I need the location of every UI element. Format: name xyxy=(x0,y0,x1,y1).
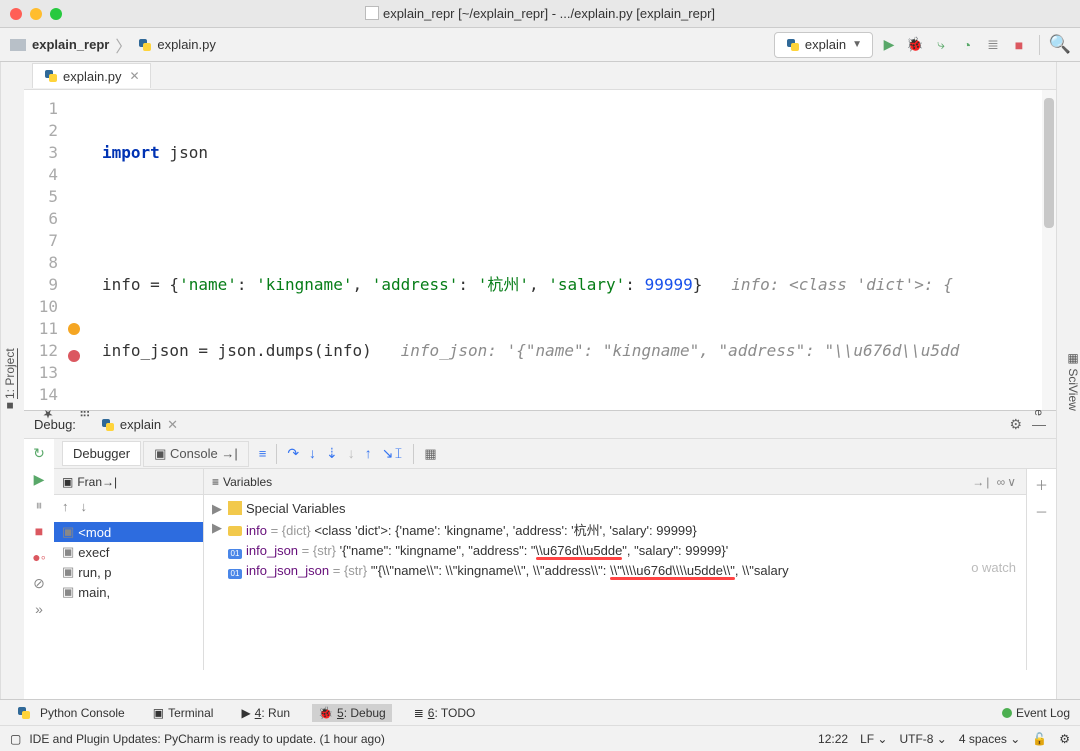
add-watch-icon[interactable]: ＋ xyxy=(1035,475,1048,494)
frame-item[interactable]: ▣main, xyxy=(54,582,203,602)
breadcrumb-project[interactable]: explain_repr xyxy=(10,37,109,52)
breakpoints-icon[interactable]: ●◦ xyxy=(29,547,49,567)
profile-button[interactable]: ◔ xyxy=(957,35,977,55)
resume-icon[interactable]: ▶ xyxy=(29,469,49,489)
chevron-down-icon: ▼ xyxy=(852,39,862,50)
breadcrumb-file[interactable]: explain.py xyxy=(137,37,216,53)
window-titlebar: explain_repr [~/explain_repr] - .../expl… xyxy=(0,0,1080,28)
rerun-icon[interactable]: ↻ xyxy=(29,443,49,463)
mute-bp-icon[interactable]: ⊘ xyxy=(29,573,49,593)
run-button[interactable]: ▶ xyxy=(879,35,899,55)
frame-item[interactable]: ▣execf xyxy=(54,542,203,562)
python-file-icon xyxy=(785,37,801,53)
left-tool-strip: ■ 1: Project ★ 2: Favorites ⠿ 7: Structu… xyxy=(0,62,24,699)
status-icon[interactable]: ▢ xyxy=(10,732,21,746)
debug-session-tab[interactable]: explain✕ xyxy=(92,415,186,435)
var-row-info-json-json[interactable]: 01info_json_json = {str} '"{\\"name\\": … xyxy=(204,561,1026,581)
event-indicator-icon xyxy=(1002,708,1012,718)
code-content[interactable]: import json info = {'name': 'kingname', … xyxy=(84,90,1056,410)
editor-tab-bar: explain.py ✕ xyxy=(24,62,1056,90)
run-to-cursor-icon[interactable]: ↘𝙸 xyxy=(382,445,404,462)
debug-left-toolbar: ↻ ▶ ⏸ ■ ●◦ ⊘ » xyxy=(24,439,54,670)
evaluate-icon[interactable]: ▦ xyxy=(424,446,436,462)
sidebar-sciview-button[interactable]: ▦ SciView xyxy=(1066,351,1080,411)
var-row-info[interactable]: ▶info = {dict} <class 'dict'>: {'name': … xyxy=(204,518,1026,541)
variables-panel: ≡Variables→| ∞∨ ▶Special Variables ▶info… xyxy=(204,469,1026,670)
python-file-icon xyxy=(137,37,153,53)
execution-point-icon xyxy=(68,323,80,335)
debug-panel: Debug: explain✕ ⚙ — ↻ ▶ ⏸ ■ ●◦ ⊘ » xyxy=(24,410,1056,670)
python-file-icon xyxy=(100,417,116,433)
readonly-lock-icon[interactable]: 🔓 xyxy=(1032,732,1047,746)
ide-settings-icon[interactable]: ⚙ xyxy=(1059,732,1070,746)
line-ending-selector[interactable]: LF ⌄ xyxy=(860,732,887,746)
window-title: explain_repr [~/explain_repr] - .../expl… xyxy=(0,6,1080,21)
python-file-icon xyxy=(16,705,32,721)
editor[interactable]: 1234567891011121314 import json info = {… xyxy=(24,90,1056,410)
debug-minimize-icon[interactable]: — xyxy=(1032,416,1046,433)
force-step-into-icon[interactable]: ⇣ xyxy=(326,445,338,462)
debugger-tab[interactable]: Debugger xyxy=(62,441,141,466)
python-file-icon xyxy=(43,68,59,84)
stop-debug-icon[interactable]: ■ xyxy=(29,521,49,541)
highlighted-escape: \\u676d\\u5dde xyxy=(536,543,623,558)
status-bar: ▢ IDE and Plugin Updates: PyCharm is rea… xyxy=(0,725,1080,751)
python-console-button[interactable]: Python Console xyxy=(10,703,131,723)
console-tab[interactable]: ▣ Console →| xyxy=(143,441,249,467)
indent-selector[interactable]: 4 spaces ⌄ xyxy=(959,732,1020,746)
editor-tab-explain[interactable]: explain.py ✕ xyxy=(32,63,151,88)
layout-icon[interactable]: ≡ xyxy=(259,446,267,461)
special-vars-row[interactable]: ▶Special Variables xyxy=(204,499,1026,518)
more-icon[interactable]: » xyxy=(29,599,49,619)
step-out-icon[interactable]: ↑ xyxy=(365,445,372,462)
step-over-icon[interactable]: ↷ xyxy=(287,445,299,462)
editor-column: explain.py ✕ 1234567891011121314 import … xyxy=(24,62,1056,699)
line-gutter: 1234567891011121314 xyxy=(24,90,64,410)
frame-item[interactable]: ▣run, p xyxy=(54,562,203,582)
breadcrumb-sep-icon: 〉 xyxy=(115,33,131,57)
pause-icon[interactable]: ⏸ xyxy=(29,495,49,515)
cursor-position[interactable]: 12:22 xyxy=(818,732,848,746)
encoding-selector[interactable]: UTF-8 ⌄ xyxy=(899,732,946,746)
coverage-button[interactable]: ⤷ xyxy=(931,35,951,55)
event-log-button[interactable]: Event Log xyxy=(1016,706,1070,720)
breakpoint-gutter[interactable] xyxy=(64,90,84,410)
stop-button[interactable]: ■ xyxy=(1009,35,1029,55)
status-message[interactable]: IDE and Plugin Updates: PyCharm is ready… xyxy=(29,732,385,746)
attach-button[interactable]: ≣ xyxy=(983,35,1003,55)
watch-hint-text: o watch xyxy=(971,560,1016,575)
step-into-icon[interactable]: ↓ xyxy=(309,445,316,462)
bottom-tool-bar: Python Console ▣Terminal ▶4: Run 🐞5: Deb… xyxy=(0,699,1080,725)
breadcrumb-bar: explain_repr 〉 explain.py explain▼ ▶ 🐞 ⤷… xyxy=(0,28,1080,62)
remove-watch-icon[interactable]: － xyxy=(1035,502,1048,521)
sidebar-project-button[interactable]: ■ 1: Project xyxy=(1,344,19,417)
todo-tool-button[interactable]: ≣6: TODO xyxy=(408,704,482,722)
frame-item[interactable]: ▣<mod xyxy=(54,522,203,542)
close-tab-icon[interactable]: ✕ xyxy=(130,69,140,83)
terminal-button[interactable]: ▣Terminal xyxy=(147,704,220,722)
highlighted-escape: \\"\\\\u676d\\\\u5dde\\" xyxy=(610,563,735,578)
frame-nav[interactable]: ↑↓ xyxy=(54,495,203,518)
close-icon[interactable]: ✕ xyxy=(167,417,178,433)
right-tool-strip: ▦ SciView 🛢 Database xyxy=(1056,62,1080,699)
run-tool-button[interactable]: ▶4: Run xyxy=(235,704,296,722)
debug-settings-icon[interactable]: ⚙ xyxy=(1009,416,1022,433)
main-area: ■ 1: Project ★ 2: Favorites ⠿ 7: Structu… xyxy=(0,62,1080,699)
debug-button[interactable]: 🐞 xyxy=(905,35,925,55)
search-everywhere-button[interactable]: 🔍 xyxy=(1050,35,1070,55)
vars-right-toolbar: ＋ － xyxy=(1026,469,1056,670)
var-row-info-json[interactable]: 01info_json = {str} '{"name": "kingname"… xyxy=(204,541,1026,561)
debug-tool-button[interactable]: 🐞5: Debug xyxy=(312,704,392,722)
run-config-selector[interactable]: explain▼ xyxy=(774,32,873,58)
folder-icon xyxy=(10,39,26,51)
frames-panel: ▣Fran →| ↑↓ ▣<mod ▣execf ▣run, p ▣main, xyxy=(54,469,204,670)
breakpoint-icon[interactable] xyxy=(68,350,80,362)
smart-step-icon[interactable]: ↓ xyxy=(348,445,355,462)
